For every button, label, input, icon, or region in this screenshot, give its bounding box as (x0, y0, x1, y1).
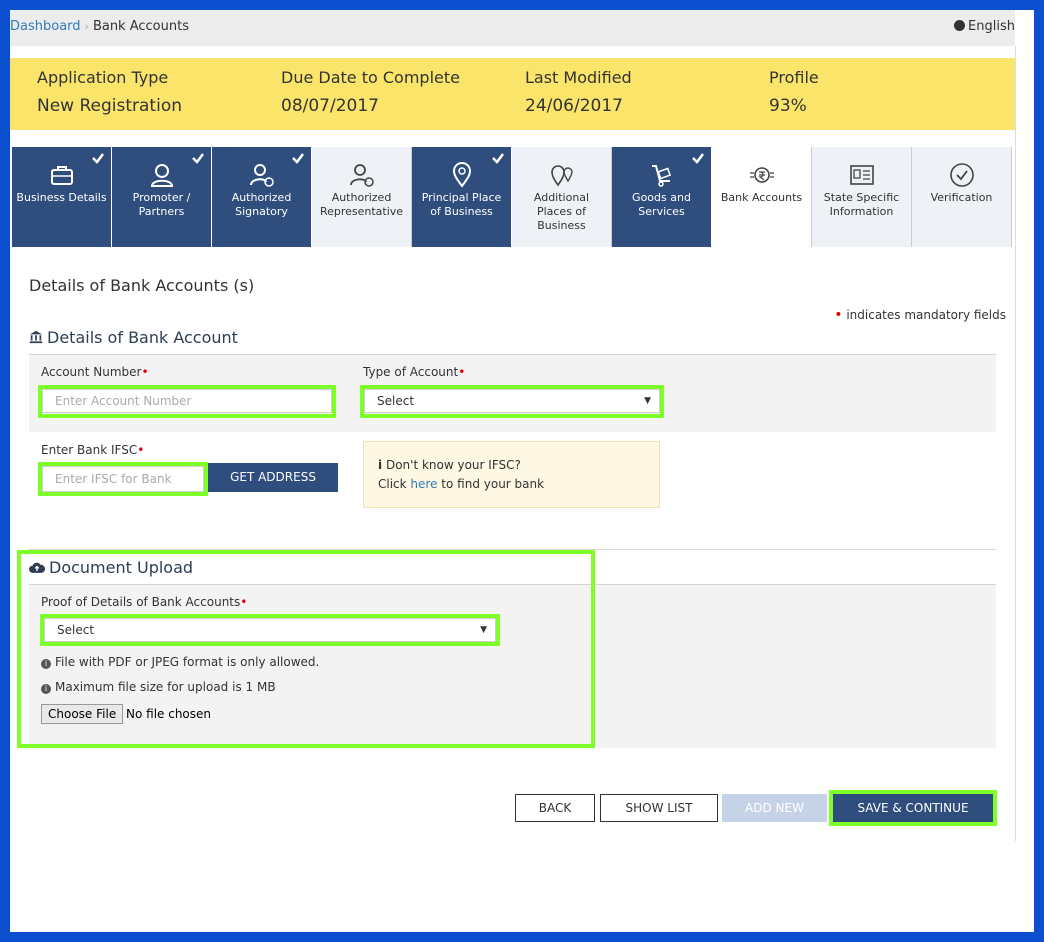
step-principal-place-of-business[interactable]: Principal Place of Business (412, 147, 512, 247)
ifsc-help-question: Don't know your IFSC? (385, 458, 521, 472)
info-application-type: Application Type New Registration (37, 68, 182, 116)
add-new-button[interactable]: ADD NEW (722, 794, 827, 822)
step-label: Verification (930, 191, 993, 204)
required-dot: • (834, 307, 843, 323)
checkmark-icon (92, 153, 104, 164)
back-button[interactable]: BACK (515, 794, 595, 822)
checkmark-icon (292, 153, 304, 164)
account-type-label-text: Type of Account (363, 365, 459, 379)
step-authorized-representative[interactable]: Authorized Representative (312, 147, 412, 247)
check-circle-icon (949, 163, 974, 187)
ifsc-help-line1: i Don't know your IFSC? (378, 456, 645, 475)
breadcrumb-current: Bank Accounts (92, 19, 189, 34)
step-label: State Specific Information (823, 191, 900, 218)
content-border (1015, 46, 1016, 841)
mandatory-note-text: indicates mandatory fields (846, 308, 1006, 322)
application-info-bar: Application Type New Registration Due Da… (10, 58, 1015, 130)
top-bar: Dashboard › Bank Accounts English (10, 10, 1015, 46)
step-label: Business Details (16, 191, 107, 204)
account-number-label-text: Account Number (41, 365, 142, 379)
representative-icon (349, 164, 374, 187)
bank-account-heading: Details of Bank Account (29, 328, 238, 347)
highlight-account-number (38, 385, 336, 418)
info-label: Due Date to Complete (281, 68, 460, 87)
breadcrumb: Dashboard › Bank Accounts (10, 19, 189, 34)
info-profile: Profile 93% (769, 68, 819, 116)
language-selector[interactable]: English (954, 19, 1015, 34)
language-label: English (968, 19, 1015, 34)
page: Dashboard › Bank Accounts English Applicat… (10, 10, 1034, 932)
globe-icon (954, 20, 966, 31)
step-label: Authorized Signatory (231, 191, 292, 218)
step-verification[interactable]: Verification (912, 147, 1012, 247)
required-dot: • (458, 365, 466, 379)
ifsc-help-rest: to find your bank (441, 477, 545, 491)
info-last-modified: Last Modified 24/06/2017 (525, 68, 632, 116)
info-value: 93% (769, 96, 807, 116)
step-label: Authorized Representative (319, 191, 404, 218)
signatory-icon (249, 164, 274, 187)
bank-icon (29, 330, 43, 344)
section-title: Details of Bank Accounts (s) (29, 276, 255, 295)
step-label: Bank Accounts (720, 191, 803, 204)
briefcase-icon (50, 166, 73, 185)
highlight-account-type (360, 385, 664, 418)
highlight-ifsc (38, 462, 208, 496)
step-goods-and-services[interactable]: Goods and Services (612, 147, 712, 247)
checkmark-icon (192, 153, 204, 164)
highlight-document-upload (17, 550, 595, 748)
ifsc-help-box: i Don't know your IFSC? Click here to fi… (363, 441, 660, 508)
step-promoter-partners[interactable]: Promoter / Partners (112, 147, 212, 247)
step-label: Principal Place of Business (421, 191, 502, 218)
account-number-label: Account Number• (41, 365, 149, 379)
mandatory-note: • indicates mandatory fields (834, 307, 1006, 323)
person-icon (150, 164, 173, 187)
rupee-icon (749, 167, 774, 183)
info-value: 24/06/2017 (525, 96, 623, 116)
step-label: Goods and Services (632, 191, 691, 218)
required-dot: • (137, 443, 145, 457)
checkmark-icon (492, 153, 504, 164)
breadcrumb-dashboard-link[interactable]: Dashboard (10, 19, 81, 34)
step-label: Additional Places of Business (533, 191, 590, 232)
required-dot: • (141, 365, 149, 379)
step-authorized-signatory[interactable]: Authorized Signatory (212, 147, 312, 247)
multi-location-icon (550, 165, 573, 187)
ifsc-label-text: Enter Bank IFSC (41, 443, 138, 457)
info-label: Last Modified (525, 68, 632, 87)
id-card-icon (849, 165, 874, 185)
info-value: New Registration (37, 96, 182, 116)
show-list-button[interactable]: SHOW LIST (600, 794, 718, 822)
account-type-label: Type of Account• (363, 365, 465, 379)
info-value: 08/07/2017 (281, 96, 379, 116)
checkmark-icon (692, 153, 704, 164)
step-business-details[interactable]: Business Details (12, 147, 112, 247)
step-additional-places-of-business[interactable]: Additional Places of Business (512, 147, 612, 247)
ifsc-help-click: Click (378, 477, 407, 491)
location-pin-icon (452, 162, 471, 188)
info-label: Profile (769, 68, 819, 87)
info-due-date: Due Date to Complete 08/07/2017 (281, 68, 460, 116)
ifsc-help-line2: Click here to find your bank (378, 475, 645, 494)
step-bank-accounts[interactable]: Bank Accounts (712, 147, 812, 247)
highlight-save-continue (829, 790, 997, 826)
info-label: Application Type (37, 68, 169, 87)
registration-steps-nav: Business Details Promoter / Partners Aut… (12, 147, 1012, 247)
step-state-specific-information[interactable]: State Specific Information (812, 147, 912, 247)
bank-account-heading-text: Details of Bank Account (47, 328, 238, 347)
step-label: Promoter / Partners (132, 191, 191, 218)
info-icon: i (378, 458, 383, 472)
ifsc-label: Enter Bank IFSC• (41, 443, 144, 457)
breadcrumb-separator: › (84, 20, 89, 33)
get-address-button[interactable]: GET ADDRESS (208, 463, 338, 492)
find-ifsc-link[interactable]: here (410, 477, 437, 491)
cart-icon (651, 165, 671, 187)
